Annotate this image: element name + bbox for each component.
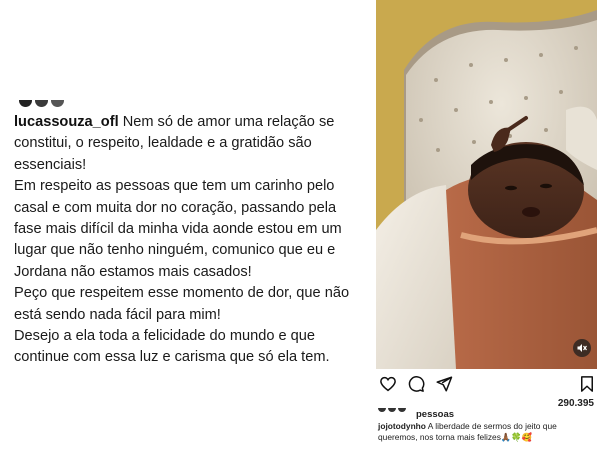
avatar (398, 408, 406, 412)
muted-speaker-icon (577, 344, 587, 352)
avatar (388, 408, 396, 412)
bookmark-icon (581, 376, 593, 392)
heart-icon (380, 376, 396, 392)
avatar (378, 408, 386, 412)
send-icon (436, 376, 453, 392)
caption-screenshot: lucassouza_ofl Nem só de amor uma relaçã… (0, 0, 372, 450)
save-button[interactable] (578, 375, 596, 393)
mute-button[interactable] (573, 339, 591, 357)
instagram-caption: jojotodynho A liberdade de sermos do jei… (378, 421, 596, 443)
caption-line-1: lucassouza_ofl Nem só de amor uma relaçã… (14, 112, 366, 176)
instagram-caption-username[interactable]: jojotodynho (378, 421, 426, 431)
avatar (35, 100, 48, 107)
liked-by-label: pessoas (416, 409, 455, 420)
caption-username[interactable]: lucassouza_ofl (14, 114, 119, 130)
like-button[interactable] (379, 375, 397, 393)
comment-icon (408, 376, 425, 392)
liked-by-row[interactable]: pessoas (378, 408, 598, 420)
post-video[interactable] (376, 0, 597, 369)
liked-avatars (19, 100, 67, 108)
post-action-bar (372, 372, 600, 396)
avatar (51, 100, 64, 107)
caption-line-4: Desejo a ela toda a felicidade do mundo … (14, 328, 330, 366)
caption-line-3: Peço que respeitem esse momento de dor, … (14, 285, 350, 323)
share-button[interactable] (435, 375, 453, 393)
post-caption-text: lucassouza_ofl Nem só de amor uma relaçã… (14, 112, 366, 369)
video-frame-image (376, 0, 597, 369)
instagram-post: 290.395 pessoas jojotodynho A liberdade … (372, 0, 600, 450)
liked-by-avatars (378, 408, 408, 414)
avatar (19, 100, 32, 107)
caption-line-2: Em respeito as pessoas que tem um carinh… (14, 178, 342, 280)
comment-button[interactable] (407, 375, 425, 393)
